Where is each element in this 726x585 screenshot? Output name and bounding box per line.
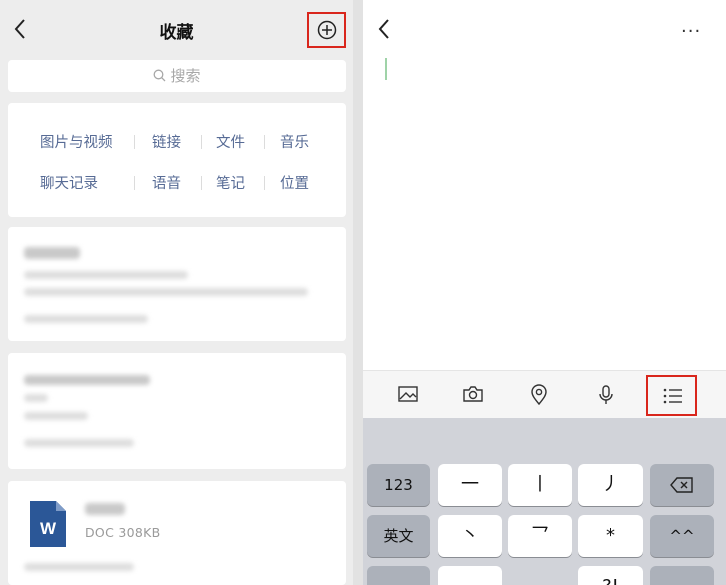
key-pie[interactable]: 丿 xyxy=(578,464,643,506)
list-button[interactable] xyxy=(646,375,697,416)
image-icon[interactable] xyxy=(397,384,419,404)
category-images-videos[interactable]: 图片与视频 xyxy=(40,131,113,152)
key-dian[interactable]: 丶 xyxy=(438,515,502,557)
divider xyxy=(264,135,265,149)
backspace-icon xyxy=(670,477,693,493)
editor-toolbar xyxy=(363,370,726,418)
note-editor-pane: ··· 123 一 丨 丿 英文 丶 乛 * ^^ xyxy=(363,0,726,585)
redacted-title xyxy=(24,247,80,259)
favorites-pane: 收藏 搜索 图片与视频 链接 文件 音乐 聊天记录 语音 笔记 位置 W DOC… xyxy=(0,0,353,585)
divider xyxy=(134,135,135,149)
text-cursor xyxy=(385,58,387,80)
key-delete[interactable] xyxy=(650,464,714,506)
key-wildcard[interactable]: * xyxy=(578,515,643,557)
key-english[interactable]: 英文 xyxy=(367,515,430,557)
category-location[interactable]: 位置 xyxy=(280,172,309,193)
key-zhe[interactable]: 乛 xyxy=(508,515,572,557)
redacted-source xyxy=(24,315,148,323)
redacted-line xyxy=(24,394,48,402)
word-document-icon: W xyxy=(30,501,66,547)
key-heng[interactable]: 一 xyxy=(438,464,502,506)
search-icon xyxy=(154,69,166,82)
key-row3[interactable] xyxy=(438,566,502,585)
redacted-line xyxy=(24,288,308,296)
page-title: 收藏 xyxy=(159,23,194,43)
redacted-title xyxy=(85,503,125,515)
redacted-title xyxy=(24,375,150,385)
redacted-source xyxy=(24,563,134,571)
favorites-header: 收藏 xyxy=(0,0,353,58)
divider xyxy=(134,176,135,190)
back-icon[interactable] xyxy=(374,16,396,42)
add-favorite-button[interactable] xyxy=(307,12,346,48)
search-placeholder: 搜索 xyxy=(170,67,201,85)
category-notes[interactable]: 笔记 xyxy=(216,172,245,193)
key-row3-right[interactable] xyxy=(650,566,714,585)
search-input[interactable]: 搜索 xyxy=(8,60,346,92)
category-music[interactable]: 音乐 xyxy=(280,131,309,152)
redacted-source xyxy=(24,439,134,447)
category-files[interactable]: 文件 xyxy=(216,131,245,152)
divider xyxy=(264,176,265,190)
category-voice[interactable]: 语音 xyxy=(152,172,181,193)
key-punctuation[interactable]: ?! xyxy=(578,566,643,585)
key-shu[interactable]: 丨 xyxy=(508,464,572,506)
plus-circle-icon xyxy=(317,20,337,40)
key-123[interactable]: 123 xyxy=(367,464,430,506)
word-letter: W xyxy=(40,519,57,538)
more-icon[interactable]: ··· xyxy=(681,21,701,42)
favorite-item[interactable] xyxy=(8,227,346,341)
list-icon xyxy=(663,388,682,404)
divider xyxy=(201,135,202,149)
redacted-line xyxy=(24,412,88,420)
location-icon[interactable] xyxy=(529,384,549,406)
favorite-item[interactable] xyxy=(8,353,346,469)
category-chat-history[interactable]: 聊天记录 xyxy=(40,172,98,193)
favorite-item-document[interactable]: W DOC 308KB xyxy=(8,481,346,585)
camera-icon[interactable] xyxy=(462,384,484,404)
category-links[interactable]: 链接 xyxy=(152,131,181,152)
divider xyxy=(201,176,202,190)
category-panel: 图片与视频 链接 文件 音乐 聊天记录 语音 笔记 位置 xyxy=(8,103,346,217)
document-meta: DOC 308KB xyxy=(85,525,161,540)
microphone-icon[interactable] xyxy=(596,384,616,406)
stroke-keyboard: 123 一 丨 丿 英文 丶 乛 * ^^ ?! xyxy=(363,418,726,585)
redacted-line xyxy=(24,271,188,279)
pane-divider xyxy=(353,0,363,585)
key-emoticon[interactable]: ^^ xyxy=(650,515,714,557)
key-row3-left[interactable] xyxy=(367,566,430,585)
screen: 收藏 搜索 图片与视频 链接 文件 音乐 聊天记录 语音 笔记 位置 W DOC… xyxy=(0,0,726,585)
